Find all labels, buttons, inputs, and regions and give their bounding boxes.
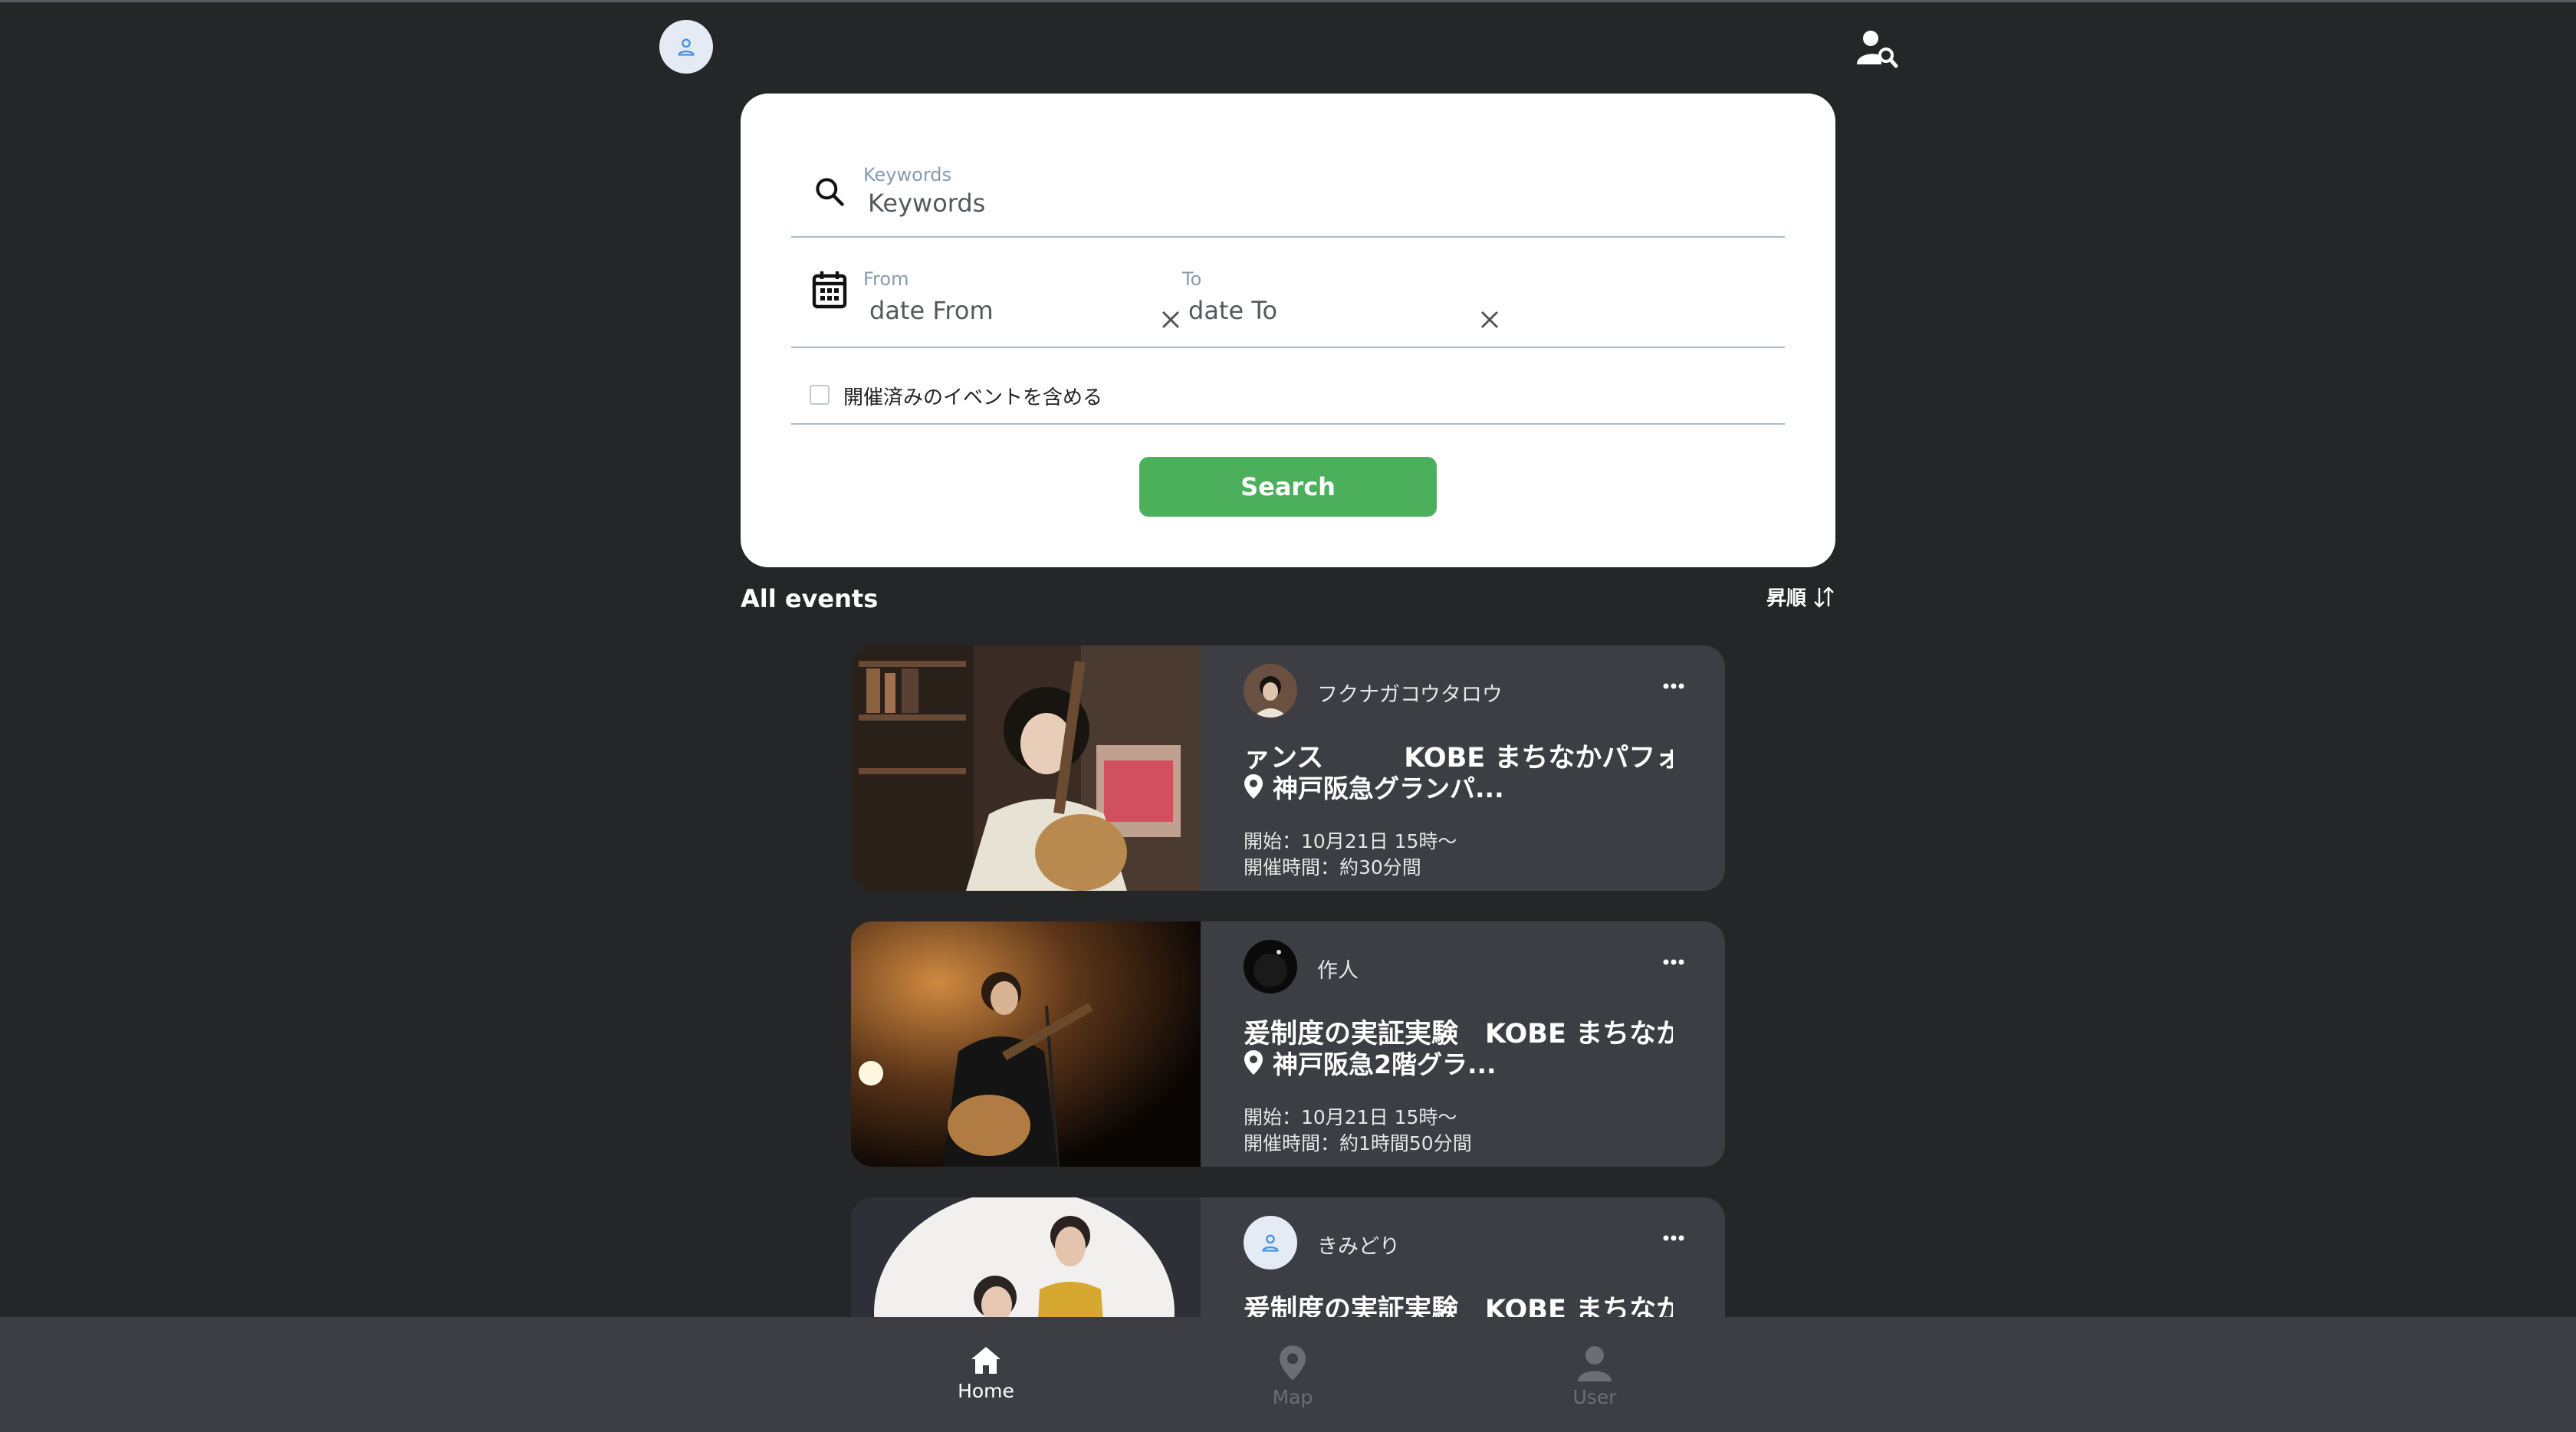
sort-label: 昇順 xyxy=(1766,587,1807,610)
user-icon xyxy=(1262,1234,1279,1252)
nav-user-label: User xyxy=(1572,1386,1617,1408)
organizer-name: きみどり xyxy=(1317,1235,1400,1259)
organizer-name: 作人 xyxy=(1317,959,1359,983)
keywords-input[interactable]: Keywords xyxy=(868,189,985,218)
user-search-icon[interactable] xyxy=(1855,29,1898,69)
location-text: 神戸阪急2階グラ... xyxy=(1273,1049,1497,1079)
more-options-icon[interactable] xyxy=(1662,1234,1685,1242)
nav-map-label: Map xyxy=(1272,1386,1313,1408)
bottom-navigation: Home Map User xyxy=(0,1317,2576,1432)
organizer-avatar[interactable] xyxy=(1244,664,1297,718)
include-past-row: 開催済みのイベントを含める xyxy=(791,348,1785,425)
clear-date-to-icon[interactable] xyxy=(1478,308,1501,331)
calendar-icon xyxy=(812,271,847,309)
location-text: 神戸阪急グランパ... xyxy=(1273,773,1504,803)
event-start-time: 開始：10月21日 15時〜 xyxy=(1244,1106,1457,1128)
sort-toggle[interactable]: 昇順 xyxy=(1766,583,1835,611)
location-pin-icon xyxy=(1244,1050,1263,1075)
event-duration: 開催時間：約1時間50分間 xyxy=(1244,1132,1472,1154)
date-to-label: To xyxy=(1182,268,1202,290)
event-start-time: 開始：10月21日 15時〜 xyxy=(1244,830,1457,852)
location-pin-icon xyxy=(1244,774,1263,799)
event-title: ァンス KOBE まちなかパフォーマ xyxy=(1244,743,1673,771)
event-details: フクナガコウタロウ ァンス KOBE まちなかパフォーマ 神戸阪急グランパ...… xyxy=(1201,645,1725,891)
home-icon xyxy=(971,1347,1001,1374)
event-card[interactable]: フクナガコウタロウ ァンス KOBE まちなかパフォーマ 神戸阪急グランパ...… xyxy=(851,645,1725,891)
sort-icon xyxy=(1814,586,1834,608)
event-title: 爰制度の実証実験 KOBE まちなかパフ xyxy=(1244,1019,1673,1047)
user-icon xyxy=(678,38,695,56)
include-past-checkbox[interactable] xyxy=(810,385,830,405)
profile-avatar-button[interactable] xyxy=(659,20,713,74)
search-icon xyxy=(816,178,844,206)
nav-user[interactable]: User xyxy=(1518,1345,1671,1408)
organizer-avatar[interactable] xyxy=(1244,940,1297,994)
more-options-icon[interactable] xyxy=(1662,682,1685,690)
date-to-input[interactable]: date To xyxy=(1188,296,1277,325)
clear-date-from-icon[interactable] xyxy=(1159,308,1182,331)
map-pin-icon xyxy=(1280,1345,1306,1381)
event-location: 神戸阪急グランパ... xyxy=(1244,768,1504,805)
section-title: All events xyxy=(741,584,879,613)
date-from-input[interactable]: date From xyxy=(869,296,994,325)
organizer-name: フクナガコウタロウ xyxy=(1317,683,1503,707)
date-from-label: From xyxy=(863,268,909,290)
event-image xyxy=(851,645,1201,891)
event-card[interactable]: 作人 爰制度の実証実験 KOBE まちなかパフ 神戸阪急2階グラ... 開始：1… xyxy=(851,921,1725,1167)
include-past-label[interactable]: 開催済みのイベントを含める xyxy=(843,382,1102,410)
nav-home-label: Home xyxy=(958,1380,1014,1402)
search-button[interactable]: Search xyxy=(1139,457,1437,517)
search-panel: Keywords Keywords From date From To date… xyxy=(741,94,1835,567)
nav-home[interactable]: Home xyxy=(909,1345,1063,1402)
more-options-icon[interactable] xyxy=(1662,958,1685,966)
event-duration: 開催時間：約30分間 xyxy=(1244,856,1421,879)
nav-map[interactable]: Map xyxy=(1216,1345,1369,1408)
event-image xyxy=(851,921,1201,1167)
keywords-field[interactable]: Keywords Keywords xyxy=(791,141,1785,238)
window-top-border xyxy=(0,0,2576,2)
event-location: 神戸阪急2階グラ... xyxy=(1244,1044,1497,1081)
event-details: 作人 爰制度の実証実験 KOBE まちなかパフ 神戸阪急2階グラ... 開始：1… xyxy=(1201,921,1725,1167)
user-icon xyxy=(1578,1346,1612,1381)
organizer-avatar[interactable] xyxy=(1244,1216,1297,1269)
date-range-field: From date From To date To xyxy=(791,238,1785,348)
keywords-label: Keywords xyxy=(863,164,952,186)
